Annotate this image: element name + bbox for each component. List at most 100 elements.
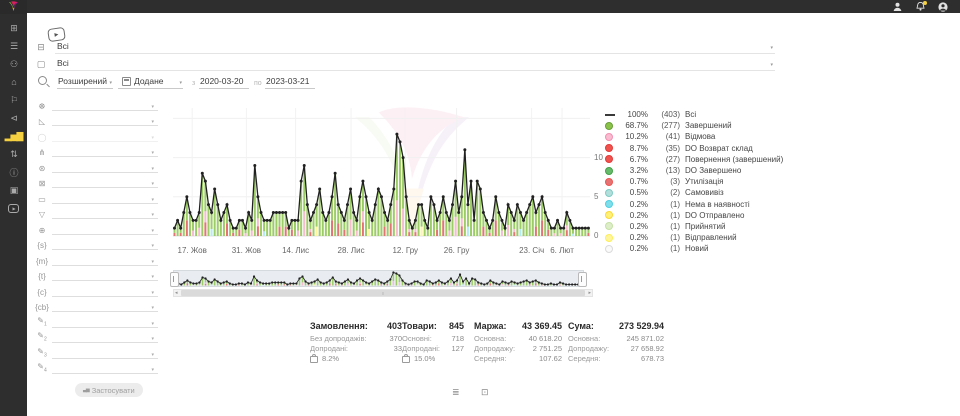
dropdown-underline[interactable] — [52, 203, 158, 204]
sidebar-item-tutorials[interactable]: ▶ — [0, 199, 27, 217]
dropdown-underline[interactable] — [52, 110, 158, 111]
product-filter-field[interactable]: Всі ▾ — [55, 56, 775, 71]
dropdown-underline[interactable] — [52, 156, 158, 157]
filter-row-utm-t[interactable]: {t}▾ — [27, 268, 161, 284]
dropdown-underline[interactable] — [52, 172, 158, 173]
horizontal-scrollbar[interactable]: ◂ ≡ ▸ — [173, 289, 593, 297]
box-icon: ▢ — [34, 59, 48, 70]
legend-row[interactable]: 3.2%(13)DO Завершено — [605, 165, 783, 176]
legend-row[interactable]: 100%(403)Всі — [605, 109, 783, 120]
chevron-down-icon: ▾ — [151, 197, 154, 203]
legend-row[interactable]: 0.5%(2)Самовивіз — [605, 187, 783, 198]
y-tick-10: 10 — [594, 153, 603, 162]
dropdown-underline[interactable] — [52, 234, 158, 235]
legend-row[interactable]: 0.2%(1)Новий — [605, 243, 783, 254]
scrollbar-thumb[interactable]: ≡ — [181, 290, 585, 296]
stat-sub-value: 245 871.02 — [626, 334, 664, 343]
sidebar-item-info[interactable]: ⓘ — [0, 163, 27, 181]
filter-row-pencil-4[interactable]: ✎4▾ — [27, 361, 161, 377]
filter-row-cube[interactable]: ⊠▾ — [27, 175, 161, 191]
chart-legend: 100%(403)Всі68.7%(277)Завершений10.2%(41… — [605, 109, 783, 254]
legend-row[interactable]: 0.2%(1)Відправлений — [605, 232, 783, 243]
status-filter-field[interactable]: Всі ▾ — [55, 39, 775, 54]
brush-handle-left[interactable] — [170, 272, 179, 287]
app-logo[interactable] — [0, 0, 27, 14]
dropdown-underline[interactable] — [52, 280, 158, 281]
stat-column: Товари:845Основні:718Допродані:12715.0% — [402, 319, 464, 363]
sidebar-item-marketing[interactable]: ⊲ — [0, 109, 27, 127]
sidebar-item-analytics[interactable]: ▂▅▇ — [0, 127, 27, 145]
filter-row-pencil-3[interactable]: ✎3▾ — [27, 345, 161, 361]
sidebar-item-promotions[interactable]: ⚐ — [0, 91, 27, 109]
orders-chart[interactable] — [173, 100, 590, 240]
account-icon[interactable] — [938, 2, 948, 12]
filter-row-pencil-1[interactable]: ✎1▾ — [27, 314, 161, 330]
dropdown-underline[interactable] — [52, 358, 158, 359]
package-view-icon[interactable]: ⊡ — [481, 387, 489, 398]
dropdown-underline[interactable] — [52, 342, 158, 343]
date-field-dropdown[interactable]: Додане ▾ — [118, 75, 183, 89]
filter-row-funnel[interactable]: ▽▾ — [27, 206, 161, 222]
legend-count: (277) — [652, 121, 680, 130]
filter-row-banknote[interactable]: ▭▾ — [27, 190, 161, 206]
assistant-icon[interactable] — [892, 2, 902, 12]
sidebar-item-orders[interactable]: ☰ — [0, 37, 27, 55]
dropdown-underline[interactable] — [52, 218, 158, 219]
apply-button[interactable]: ▃▅ Застосувати — [75, 383, 143, 397]
filter-row-pencil-2[interactable]: ✎2▾ — [27, 330, 161, 346]
filter-row-globe[interactable]: ⊕▾ — [27, 221, 161, 237]
chevron-down-icon: ▾ — [770, 62, 773, 68]
chevron-down-icon: ▾ — [151, 352, 154, 358]
sidebar-item-integrations[interactable]: ⇅ — [0, 145, 27, 163]
filter-row-fingerprint[interactable]: ⊛▾ — [27, 159, 161, 175]
scroll-right-icon[interactable]: ▸ — [588, 289, 591, 297]
pencil-1-icon: ✎1 — [34, 316, 50, 328]
dropdown-underline[interactable] — [52, 311, 158, 312]
filter-row-area-chart[interactable]: ◺▾ — [27, 113, 161, 129]
dropdown-underline[interactable] — [52, 141, 158, 142]
sidebar-item-products[interactable]: ▣ — [0, 181, 27, 199]
dropdown-underline[interactable] — [52, 327, 158, 328]
dropdown-underline[interactable] — [52, 296, 158, 297]
tutorials-icon: ▶ — [8, 204, 18, 213]
bag-icon — [402, 356, 410, 363]
date-from-input[interactable]: 2020-03-20 — [199, 75, 249, 89]
legend-row[interactable]: 0.2%(1)DO Отправлено — [605, 210, 783, 221]
chevron-down-icon: ▾ — [151, 212, 154, 218]
scroll-left-icon[interactable]: ◂ — [175, 289, 178, 297]
legend-row[interactable]: 10.2%(41)Відмова — [605, 131, 783, 142]
dropdown-underline[interactable] — [52, 249, 158, 250]
legend-row[interactable]: 0.2%(1)Нема в наявності — [605, 199, 783, 210]
search-mode-dropdown[interactable]: Розширений ▾ — [57, 75, 113, 89]
sidebar-item-shop[interactable]: ⌂ — [0, 73, 27, 91]
filter-row-utm-m[interactable]: {m}▾ — [27, 252, 161, 268]
filter-row-disabled-circle[interactable]: ◯▾ — [27, 128, 161, 144]
date-to-input[interactable]: 2023-03-21 — [265, 75, 315, 89]
brush-handle-right[interactable] — [578, 272, 587, 287]
legend-percent: 0.2% — [616, 244, 648, 253]
dropdown-underline[interactable] — [52, 373, 158, 374]
list-view-icon[interactable]: ≣ — [452, 387, 460, 398]
dropdown-underline[interactable] — [52, 187, 158, 188]
pencil-2-icon: ✎2 — [34, 331, 50, 343]
notifications-icon[interactable] — [915, 2, 925, 12]
legend-row[interactable]: 0.7%(3)Утилізація — [605, 176, 783, 187]
stat-value: 273 529.94 — [619, 321, 664, 331]
sidebar-item-dashboard[interactable]: ⊞ — [0, 19, 27, 37]
legend-row[interactable]: 6.7%(27)Повернення (завершений) — [605, 154, 783, 165]
legend-row[interactable]: 68.7%(277)Завершений — [605, 120, 783, 131]
filter-row-utm-cb[interactable]: {cb}▾ — [27, 299, 161, 315]
legend-row[interactable]: 0.2%(1)Прийнятий — [605, 221, 783, 232]
chart-brush[interactable] — [173, 270, 584, 287]
filter-row-utm-s[interactable]: {s}▾ — [27, 237, 161, 253]
filter-row-utm-c[interactable]: {c}▾ — [27, 283, 161, 299]
search-icon — [38, 76, 47, 85]
filter-row-hierarchy[interactable]: ⋔▾ — [27, 144, 161, 160]
sidebar-item-customers[interactable]: ⚇ — [0, 55, 27, 73]
stat-value: 43 369.45 — [522, 321, 562, 331]
dropdown-underline[interactable] — [52, 265, 158, 266]
filter-row-wheel[interactable]: ☸▾ — [27, 97, 161, 113]
legend-swatch — [605, 133, 613, 141]
dropdown-underline[interactable] — [52, 125, 158, 126]
legend-row[interactable]: 8.7%(35)DO Возврат склад — [605, 143, 783, 154]
